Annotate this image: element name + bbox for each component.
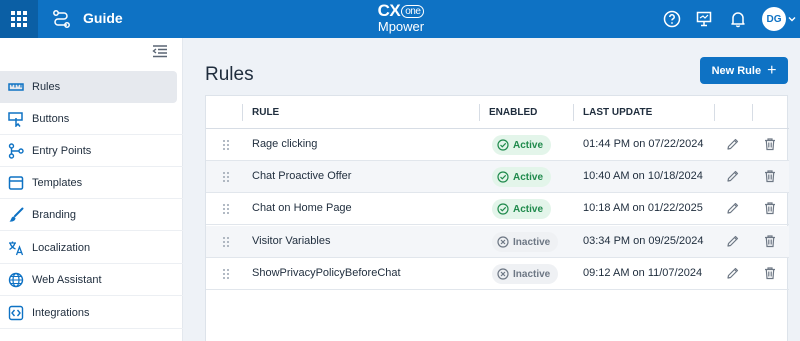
avatar[interactable]: DG [762,7,786,31]
column-header-rule[interactable]: RULE [252,107,279,118]
rule-name[interactable]: Rage clicking [252,138,317,150]
drag-handle-icon[interactable] [222,203,230,215]
column-header-last-update[interactable]: LAST UPDATE [583,107,652,118]
edit-icon[interactable] [726,201,740,215]
table-row[interactable]: ShowPrivacyPolicyBeforeChat Inactive 09:12… [206,258,789,290]
drag-handle-icon[interactable] [222,139,230,151]
translate-icon [9,241,24,255]
trash-icon[interactable] [763,201,777,215]
brush-icon [9,207,24,222]
new-rule-label: New Rule [711,64,762,77]
status-label: Active [513,203,544,215]
trash-icon[interactable] [763,234,777,248]
rule-name[interactable]: Visitor Variables [252,235,330,247]
new-rule-button[interactable]: New Rule + [700,57,788,84]
column-header-enabled[interactable]: ENABLED [489,107,537,118]
rules-icon [8,83,24,91]
button-icon [8,111,23,127]
drag-handle-icon[interactable] [222,171,230,183]
plus-icon: + [767,61,777,79]
grid-icon [11,11,27,27]
edit-icon[interactable] [726,137,740,151]
sidebar-item-web-assistant[interactable]: Web Assistant [0,264,183,296]
edit-icon[interactable] [726,234,740,248]
trash-icon[interactable] [763,137,777,151]
sidebar-item-label: Entry Points [32,144,92,157]
drag-handle-icon[interactable] [222,268,230,280]
table-row[interactable]: Chat Proactive Offer Active 10:40 AM on 10… [206,161,789,193]
rules-table: RULE ENABLED LAST UPDATE Rage clicking Ac… [205,95,789,341]
bell-icon[interactable] [729,10,747,28]
rule-name[interactable]: Chat Proactive Offer [252,170,351,182]
entry-points-icon [8,142,24,159]
sidebar-item-integrations[interactable]: Integrations [0,297,183,329]
last-update: 01:44 PM on 07/22/2024 [583,138,704,150]
status-badge: Active [492,135,552,155]
brand-logo: CX one Mpower [377,1,425,34]
sidebar-item-label: Web Assistant [32,273,102,286]
templates-icon [8,175,24,190]
rule-name[interactable]: Chat on Home Page [252,202,352,214]
status-label: Active [513,171,544,183]
x-circle-icon [497,236,509,248]
status-label: Active [513,139,544,151]
collapse-sidebar-icon[interactable] [152,44,168,58]
status-badge: Inactive [492,232,559,252]
sidebar-item-localization[interactable]: Localization [0,232,183,264]
sidebar-item-label: Templates [32,176,83,189]
check-circle-icon [497,139,509,151]
chevron-down-icon[interactable] [788,15,796,23]
page-title: Rules [205,64,254,85]
help-icon[interactable] [663,10,681,28]
app-launcher-button[interactable] [0,0,38,38]
last-update: 03:34 PM on 09/25/2024 [583,235,704,247]
sidebar-item-entry-points[interactable]: Entry Points [0,135,183,167]
trash-icon[interactable] [763,169,777,183]
x-circle-icon [497,268,509,280]
status-badge: Active [492,167,552,187]
check-circle-icon [497,203,509,215]
status-label: Inactive [513,236,551,248]
sidebar-item-label: Rules [32,81,61,93]
integrations-icon [8,305,24,320]
drag-handle-icon[interactable] [222,236,230,248]
trash-icon[interactable] [763,266,777,280]
status-label: Inactive [513,268,551,280]
status-badge: Inactive [492,264,559,284]
sidebar-item-label: Buttons [32,112,70,125]
table-row[interactable]: Chat on Home Page Active 10:18 AM on 01/22… [206,193,789,225]
presentation-icon[interactable] [695,10,713,28]
sidebar-item-label: Integrations [32,306,90,319]
check-circle-icon [497,171,509,183]
last-update: 10:18 AM on 01/22/2025 [583,202,703,214]
sidebar-item-buttons[interactable]: Buttons [0,103,183,135]
rule-name[interactable]: ShowPrivacyPolicyBeforeChat [252,267,401,279]
sidebar-item-templates[interactable]: Templates [0,167,183,199]
globe-icon [8,272,24,287]
table-row[interactable]: Visitor Variables Inactive 03:34 PM on 09/… [206,226,789,258]
top-bar: Guide CX one Mpower DG [0,0,800,38]
sidebar: Rules Buttons Entry Points Templates Bra… [0,38,183,341]
status-badge: Active [492,199,552,219]
last-update: 10:40 AM on 10/18/2024 [583,170,703,182]
sidebar-item-rules[interactable]: Rules [0,71,177,103]
sidebar-item-label: Localization [32,241,91,254]
guide-icon [53,10,70,28]
edit-icon[interactable] [726,266,740,280]
edit-icon[interactable] [726,169,740,183]
app-title: Guide [83,10,123,26]
table-row[interactable]: Rage clicking Active 01:44 PM on 07/22/202… [206,129,789,161]
last-update: 09:12 AM on 11/07/2024 [583,267,703,279]
sidebar-item-label: Branding [32,208,77,221]
table-header: RULE ENABLED LAST UPDATE [206,96,789,129]
sidebar-item-branding[interactable]: Branding [0,199,183,231]
